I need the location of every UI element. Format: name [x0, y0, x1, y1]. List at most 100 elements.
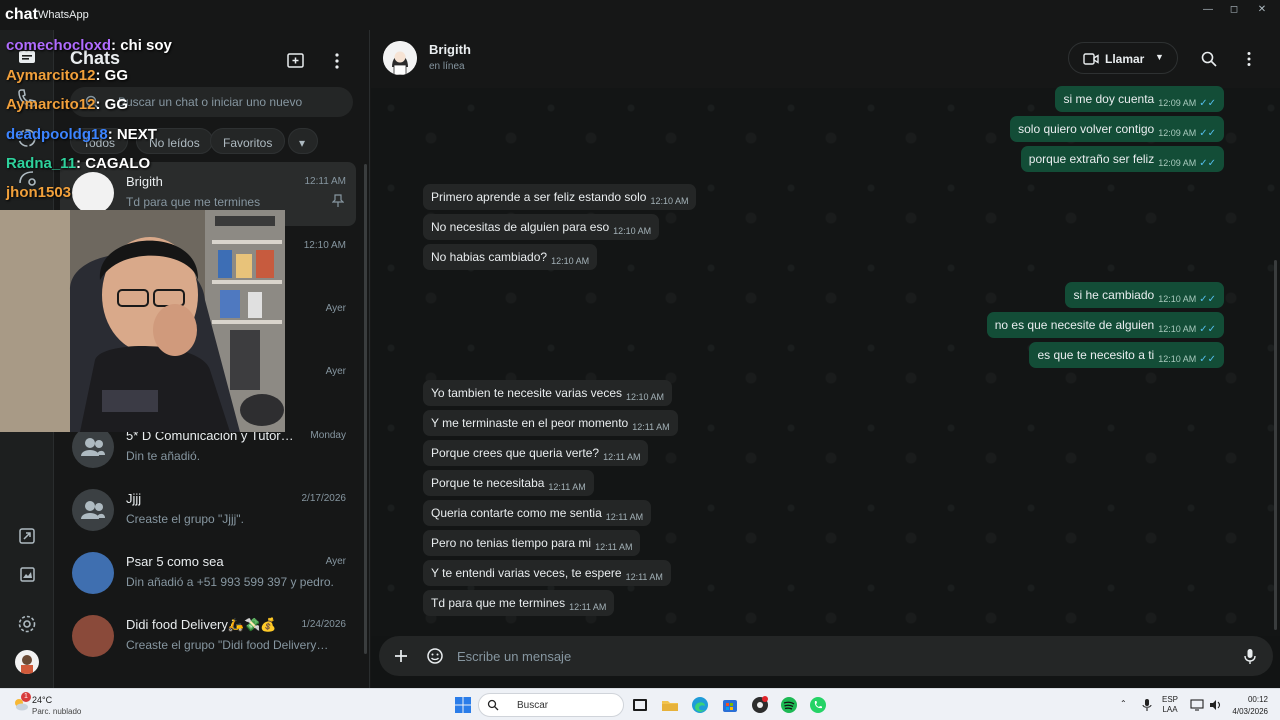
chat-time: Ayer	[325, 366, 346, 377]
mic-tray-icon[interactable]	[1141, 698, 1153, 712]
chat-avatar	[72, 615, 114, 657]
taskbar-clock[interactable]: 00:12 4/03/2026	[1232, 694, 1268, 718]
overlay-username: deadpooldg18	[6, 126, 108, 143]
attach-plus-icon[interactable]	[392, 647, 410, 665]
message-time: 12:10 AM	[551, 256, 590, 266]
message-time: 12:11 AM	[569, 602, 607, 612]
search-in-chat-icon[interactable]	[1200, 50, 1218, 68]
minimize-icon[interactable]: —	[1196, 4, 1220, 18]
chat-list-item[interactable]: Psar 5 como sea Ayer Din añadió a +51 993 …	[60, 542, 356, 606]
chat-name: Didi food Delivery🛵💸💰	[126, 617, 277, 632]
outgoing-message[interactable]: no es que necesite de alguien 12:10 AM ✓✓	[986, 312, 1224, 338]
sticker-emoji-icon[interactable]	[426, 647, 444, 665]
message-text: Porque crees que queria verte?	[431, 446, 600, 460]
taskbar-search[interactable]: Buscar	[478, 693, 624, 717]
contact-name[interactable]: Brigith	[429, 42, 471, 57]
outgoing-message[interactable]: es que te necesito a ti 12:10 AM ✓✓	[1029, 342, 1224, 368]
message-time: 12:11 AM	[605, 512, 644, 522]
message-scrollbar[interactable]	[1274, 260, 1277, 630]
message-text: Yo tambien te necesite varias veces	[431, 386, 622, 400]
whatsapp-window: WhatsApp — ◻ ✕ Chats Buscar un chat o in…	[0, 0, 1280, 688]
read-receipt-icon: ✓✓	[1199, 324, 1216, 335]
overlay-message: : GG	[95, 67, 129, 84]
outgoing-message[interactable]: si he cambiado 12:10 AM ✓✓	[1065, 282, 1224, 308]
starred-icon[interactable]	[15, 524, 39, 548]
tray-chevron-icon[interactable]: ⌃	[1120, 699, 1127, 709]
menu-icon[interactable]	[326, 50, 348, 72]
maximize-icon[interactable]: ◻	[1222, 4, 1246, 18]
message-time: 12:11 AM	[632, 422, 670, 432]
chat-name: Psar 5 como sea	[126, 554, 224, 569]
chat-time: Ayer	[325, 303, 346, 314]
weather-badge: 1	[21, 692, 31, 702]
message-time: 12:10 AM	[1158, 294, 1197, 304]
message-composer: Escribe un mensaje	[379, 636, 1273, 676]
language-indicator[interactable]: ESP LAA	[1162, 695, 1178, 715]
message-input[interactable]: Escribe un mensaje	[457, 649, 571, 664]
incoming-message[interactable]: Porque crees que queria verte? 12:11 AM	[423, 440, 649, 466]
incoming-message[interactable]: Y me terminaste en el peor momento 12:11 …	[423, 410, 678, 436]
message-time: 12:10 AM	[613, 226, 652, 236]
close-icon[interactable]: ✕	[1250, 4, 1274, 18]
overlay-logo: chat	[5, 6, 38, 23]
read-receipt-icon: ✓✓	[1199, 98, 1216, 109]
message-text: Queria contarte como me sentia	[431, 506, 602, 520]
start-icon[interactable]	[453, 695, 473, 715]
conversation-header: Brigith en línea Llamar ▼	[371, 30, 1280, 88]
message-text: Porque te necesitaba	[431, 476, 545, 490]
archived-icon[interactable]	[15, 562, 39, 586]
contact-avatar[interactable]	[383, 41, 417, 75]
read-receipt-icon: ✓✓	[1199, 128, 1216, 139]
spotify-icon[interactable]	[779, 695, 799, 715]
message-text: Y te entendi varias veces, te espere	[431, 566, 622, 580]
group-icon	[81, 438, 105, 456]
whatsapp-icon[interactable]	[808, 695, 828, 715]
incoming-message[interactable]: Pero no tenias tiempo para mi 12:11 AM	[423, 530, 641, 556]
incoming-message[interactable]: No habias cambiado? 12:10 AM	[423, 244, 598, 270]
chat-time: Ayer	[325, 556, 346, 567]
store-icon[interactable]	[720, 695, 740, 715]
chat-list-scrollbar[interactable]	[364, 164, 367, 654]
chat-time: 12:10 AM	[303, 240, 346, 251]
chat-list-item[interactable]: Jjjj 2/17/2026 Creaste el grupo "Jjjj".	[60, 479, 356, 543]
chat-avatar	[72, 426, 114, 468]
volume-tray-icon[interactable]	[1208, 698, 1222, 712]
incoming-message[interactable]: Primero aprende a ser feliz estando solo…	[423, 184, 697, 210]
settings-icon[interactable]	[15, 612, 39, 636]
outgoing-message[interactable]: si me doy cuenta 12:09 AM ✓✓	[1055, 86, 1224, 112]
microphone-icon[interactable]	[1241, 647, 1259, 665]
video-call-icon	[1083, 53, 1099, 65]
clock-time: 00:12	[1247, 695, 1268, 704]
message-text: No habias cambiado?	[431, 250, 548, 264]
incoming-message[interactable]: Queria contarte como me sentia 12:11 AM	[423, 500, 652, 526]
chevron-down-icon[interactable]: ▼	[1155, 52, 1164, 62]
call-button[interactable]: Llamar ▼	[1068, 42, 1178, 74]
weather-temp: 24°C	[32, 695, 53, 705]
chat-list-item[interactable]: Didi food Delivery🛵💸💰 1/24/2026 Creaste el…	[60, 605, 356, 669]
message-time: 12:10 AM	[650, 196, 689, 206]
incoming-message[interactable]: Y te entendi varias veces, te espere 12:1…	[423, 560, 671, 586]
incoming-message[interactable]: Yo tambien te necesite varias veces 12:10…	[423, 380, 673, 406]
chat-time: 2/17/2026	[301, 493, 347, 504]
outgoing-message[interactable]: porque extraño ser feliz 12:09 AM ✓✓	[1020, 146, 1224, 172]
overlay-chat-line: Radna_11: CAGALO	[6, 155, 150, 172]
display-tray-icon[interactable]	[1190, 698, 1204, 712]
filter-more-chevron-icon[interactable]: ▾	[288, 128, 318, 154]
obs-icon[interactable]	[750, 695, 770, 715]
message-text: No necesitas de alguien para eso	[431, 220, 610, 234]
incoming-message[interactable]: No necesitas de alguien para eso 12:10 AM	[423, 214, 660, 240]
message-text: no es que necesite de alguien	[994, 318, 1155, 332]
weather-desc: Parc. nublado	[32, 707, 82, 716]
file-explorer-icon[interactable]	[660, 695, 680, 715]
profile-avatar[interactable]	[15, 650, 39, 674]
incoming-message[interactable]: Porque te necesitaba 12:11 AM	[423, 470, 594, 496]
overlay-chat-line: Aymarcito12: GG	[6, 96, 128, 113]
task-view-icon[interactable]	[630, 695, 650, 715]
outgoing-message[interactable]: solo quiero volver contigo 12:09 AM ✓✓	[1010, 116, 1224, 142]
edge-icon[interactable]	[690, 695, 710, 715]
incoming-message[interactable]: Td para que me termines 12:11 AM	[423, 590, 615, 616]
webcam-overlay	[0, 210, 285, 432]
new-chat-icon[interactable]	[285, 50, 307, 72]
chat-menu-icon[interactable]	[1240, 50, 1258, 68]
chat-name: Jjjj	[126, 491, 142, 506]
